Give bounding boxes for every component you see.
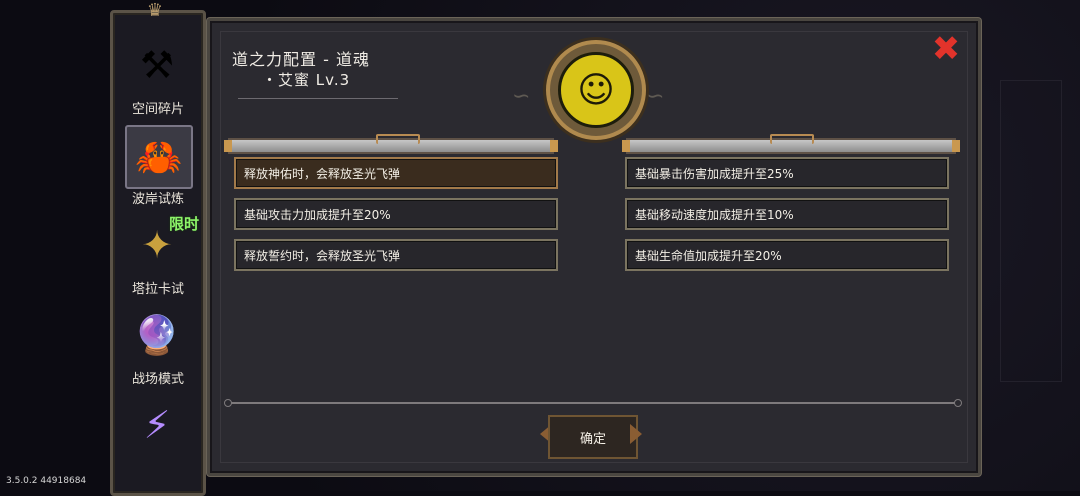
right-entry-1[interactable]: 基础暴击伤害加成提升至25% bbox=[625, 157, 949, 189]
wave-trial-icon: 🦀 bbox=[125, 125, 193, 189]
sidebar-item-lightning[interactable]: ⚡ bbox=[113, 391, 203, 479]
sidebar-crown-ornament: ♛ bbox=[146, 0, 164, 21]
left-entry-3[interactable]: 释放誓约时，会释放圣光飞弹 bbox=[234, 239, 558, 271]
left-entry-2[interactable]: 基础攻击力加成提升至20% bbox=[234, 198, 558, 230]
soul-medal: ☺ bbox=[546, 40, 646, 140]
background-decoration bbox=[1000, 80, 1062, 382]
sidebar-item-battlefield-mode[interactable]: 🔮 战场模式 bbox=[113, 301, 203, 389]
scroll-ornament-left: ∽ bbox=[512, 84, 531, 109]
entry-text: 基础移动速度加成提升至10% bbox=[635, 207, 794, 222]
divider-end bbox=[224, 399, 232, 407]
entry-text: 基础暴击伤害加成提升至25% bbox=[635, 166, 794, 181]
close-icon[interactable]: ✖ bbox=[930, 32, 962, 66]
entry-text: 释放誓约时，会释放圣光飞弹 bbox=[244, 248, 401, 263]
sidebar-item-label: 战场模式 bbox=[131, 372, 184, 387]
entry-text: 释放神佑时，会释放圣光飞弹 bbox=[244, 166, 401, 181]
rail-end bbox=[622, 140, 630, 152]
title-divider bbox=[238, 98, 398, 99]
rail-end bbox=[224, 140, 232, 152]
rail-end bbox=[550, 140, 558, 152]
bottom-divider bbox=[224, 399, 962, 407]
lightning-icon: ⚡ bbox=[143, 403, 171, 447]
entry-text: 基础攻击力加成提升至20% bbox=[244, 207, 391, 222]
right-entry-3[interactable]: 基础生命值加成提升至20% bbox=[625, 239, 949, 271]
sidebar-item-wave-trial[interactable]: 🦀 波岸试炼 bbox=[113, 121, 203, 209]
version-label: 3.5.0.2 44918684 bbox=[6, 476, 87, 486]
rail-handle bbox=[770, 134, 814, 144]
confirm-button[interactable]: 确定 bbox=[548, 415, 638, 459]
sidebar-item-taraka-trial[interactable]: ✦ 限时 塔拉卡试 bbox=[113, 211, 203, 299]
divider-end bbox=[954, 399, 962, 407]
left-rail bbox=[224, 134, 558, 154]
right-rail bbox=[622, 134, 960, 154]
rail-end bbox=[952, 140, 960, 152]
limited-time-badge: 限时 bbox=[168, 215, 199, 233]
battlefield-mode-icon: 🔮 bbox=[133, 312, 181, 357]
sidebar-item-label: 波岸试炼 bbox=[131, 192, 184, 207]
entry-text: 基础生命值加成提升至20% bbox=[635, 248, 782, 263]
scroll-ornament-right: ∽ bbox=[646, 84, 665, 109]
mode-sidebar: ⚒ 空间碎片 🦀 波岸试炼 ✦ 限时 塔拉卡试 🔮 战场模式 ⚡ bbox=[110, 10, 206, 496]
sidebar-item-label: 塔拉卡试 bbox=[131, 282, 184, 297]
sidebar-item-space-fragment[interactable]: ⚒ 空间碎片 bbox=[113, 31, 203, 119]
panel-subtitle: ・艾蜜 Lv.3 bbox=[262, 71, 351, 89]
left-entry-1[interactable]: 释放神佑时，会释放圣光飞弹 bbox=[234, 157, 558, 189]
right-entry-2[interactable]: 基础移动速度加成提升至10% bbox=[625, 198, 949, 230]
rail-handle bbox=[376, 134, 420, 144]
character-portrait-icon: ☺ bbox=[558, 52, 634, 128]
confirm-arrow-right bbox=[630, 424, 642, 444]
panel-title: 道之力配置 - 道魂 bbox=[232, 50, 370, 69]
sidebar-item-label: 空间碎片 bbox=[131, 102, 184, 117]
space-fragment-icon: ⚒ bbox=[139, 43, 175, 87]
